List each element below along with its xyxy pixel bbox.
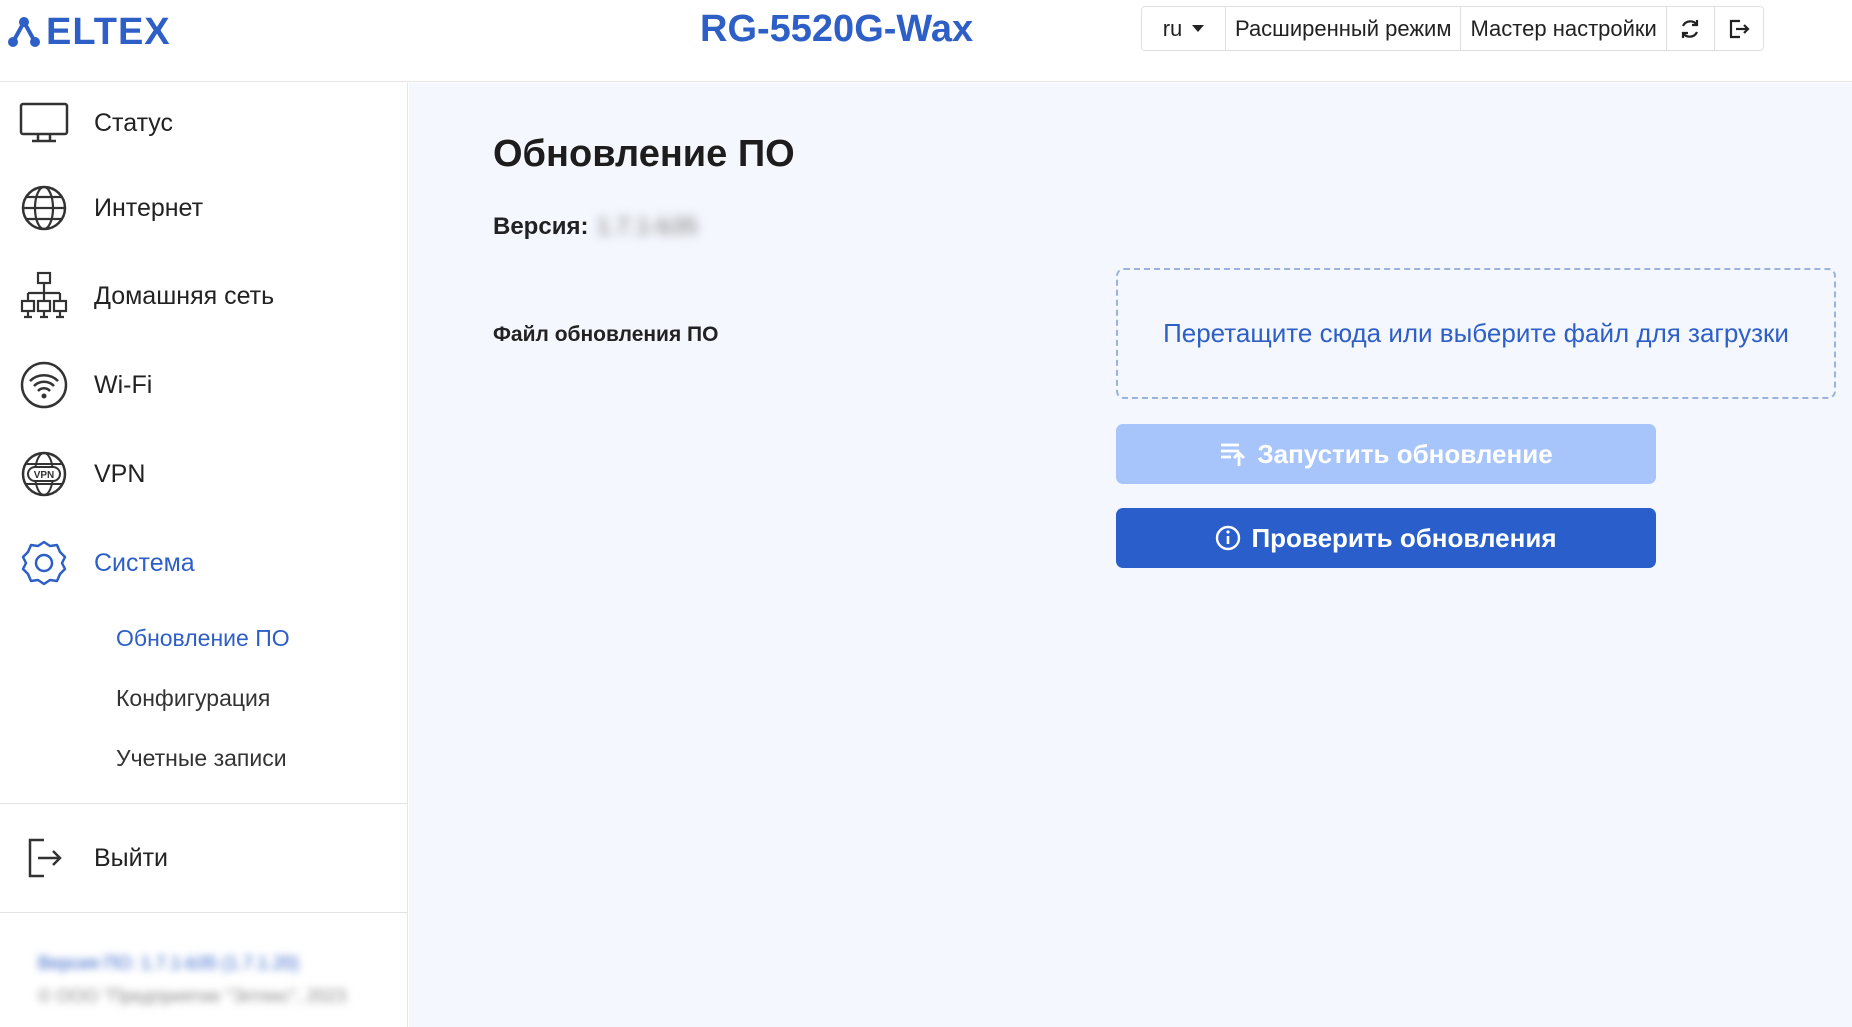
check-updates-label: Проверить обновления bbox=[1251, 522, 1557, 553]
logout-icon bbox=[1729, 19, 1750, 38]
main-content: Обновление ПО Версия: 1.7.1-b35 Файл обн… bbox=[409, 83, 1852, 1027]
language-dropdown[interactable]: ru bbox=[1142, 7, 1226, 50]
device-title: RG-5520G-Wax bbox=[700, 8, 974, 50]
footer-copyright: © ООО "Предприятие "Элтекс", 2023 bbox=[38, 986, 347, 1006]
sidebar-item-label: Выйти bbox=[94, 843, 169, 872]
logo-mark-icon bbox=[8, 17, 40, 47]
sidebar-divider bbox=[0, 803, 408, 804]
dropzone-text: Перетащите сюда или выберите файл для за… bbox=[1163, 318, 1789, 348]
eltex-logo[interactable]: ELTEX bbox=[6, 10, 171, 53]
top-header: ELTEX RG-5520G-Wax ru Расширенный режим … bbox=[0, 0, 1852, 82]
sidebar-item-logout[interactable]: Выйти bbox=[0, 828, 408, 888]
sidebar-item-label: VPN bbox=[94, 459, 146, 488]
globe-icon bbox=[18, 182, 70, 234]
refresh-icon bbox=[1682, 19, 1699, 38]
upload-list-icon bbox=[1221, 443, 1246, 466]
sidebar-item-label: Wi-Fi bbox=[94, 370, 153, 399]
wifi-icon bbox=[18, 359, 70, 411]
sidebar-item-internet[interactable]: Интернет bbox=[0, 178, 408, 238]
top-menu: ru Расширенный режим Мастер настройки bbox=[1141, 6, 1764, 51]
sidebar-item-label: Интернет bbox=[94, 193, 204, 222]
version-row: Версия: 1.7.1-b35 bbox=[493, 213, 698, 241]
advanced-mode-button[interactable]: Расширенный режим bbox=[1226, 7, 1462, 50]
sidebar-item-system[interactable]: Система bbox=[0, 533, 408, 593]
sidebar-subitem-firmware-update[interactable]: Обновление ПО bbox=[116, 625, 290, 652]
version-label: Версия: bbox=[493, 213, 589, 240]
file-label: Файл обновления ПО bbox=[493, 323, 719, 346]
check-updates-button[interactable]: Проверить обновления bbox=[1116, 508, 1656, 568]
network-icon bbox=[18, 270, 70, 322]
refresh-button[interactable] bbox=[1667, 7, 1715, 50]
sidebar-item-wifi[interactable]: Wi-Fi bbox=[0, 355, 408, 415]
sidebar-item-label: Статус bbox=[94, 108, 174, 137]
sidebar-subitem-configuration[interactable]: Конфигурация bbox=[116, 685, 270, 712]
vpn-icon: VPN bbox=[18, 448, 70, 500]
info-icon bbox=[1216, 525, 1241, 551]
setup-wizard-button[interactable]: Мастер настройки bbox=[1461, 7, 1667, 50]
svg-text:VPN: VPN bbox=[34, 470, 55, 481]
sidebar-subitem-accounts[interactable]: Учетные записи bbox=[116, 745, 287, 772]
logout-icon bbox=[18, 832, 70, 884]
start-update-button[interactable]: Запустить обновление bbox=[1116, 424, 1656, 484]
chevron-down-icon bbox=[1192, 25, 1205, 32]
sidebar: Статус Интернет Домашняя сеть Wi-Fi VPN … bbox=[0, 83, 408, 1027]
file-dropzone[interactable]: Перетащите сюда или выберите файл для за… bbox=[1116, 268, 1836, 399]
sidebar-item-vpn[interactable]: VPN VPN bbox=[0, 444, 408, 504]
page-title: Обновление ПО bbox=[493, 133, 795, 175]
logo-text: ELTEX bbox=[46, 10, 171, 53]
sidebar-divider bbox=[0, 912, 408, 913]
sidebar-item-status[interactable]: Статус bbox=[0, 93, 408, 153]
language-value: ru bbox=[1162, 15, 1183, 41]
sidebar-item-label: Система bbox=[94, 548, 195, 577]
start-update-label: Запустить обновление bbox=[1257, 438, 1553, 469]
sidebar-item-label: Домашняя сеть bbox=[94, 281, 275, 310]
version-value: 1.7.1-b35 bbox=[596, 213, 698, 240]
gear-icon bbox=[18, 537, 70, 589]
logout-top-button[interactable] bbox=[1715, 7, 1763, 50]
sidebar-item-home-network[interactable]: Домашняя сеть bbox=[0, 266, 408, 326]
monitor-icon bbox=[18, 97, 70, 149]
footer-firmware-version: Версия ПО: 1.7.1-b35 (1.7.1.20) bbox=[38, 953, 299, 973]
